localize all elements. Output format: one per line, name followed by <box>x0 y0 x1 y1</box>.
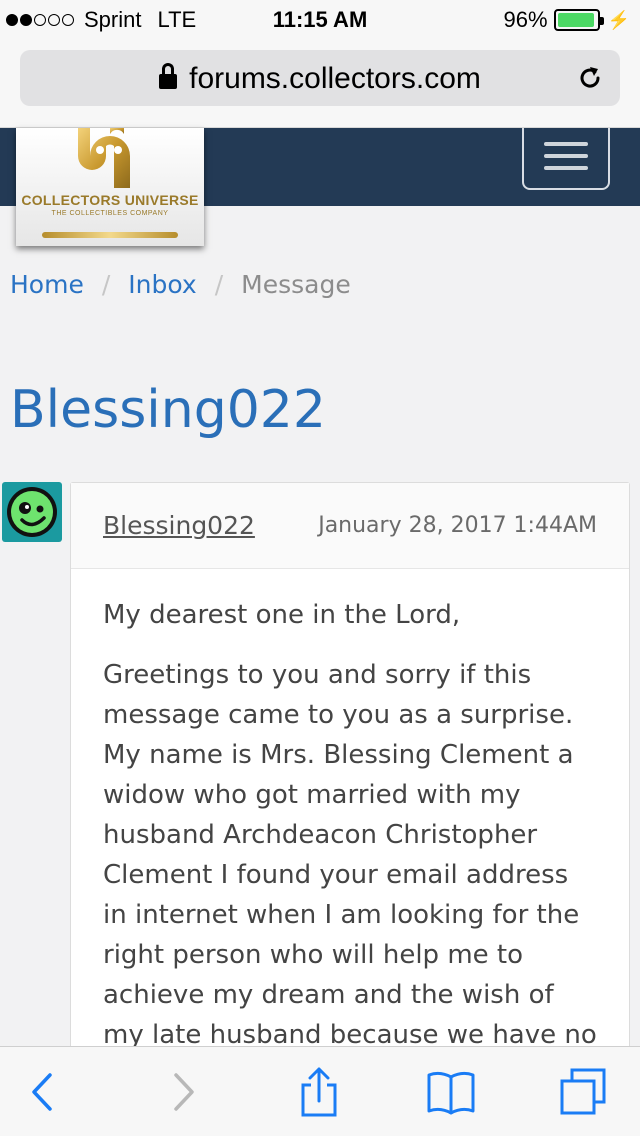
reload-icon[interactable] <box>576 64 604 92</box>
breadcrumb-inbox-link[interactable]: Inbox <box>128 270 196 299</box>
forward-chevron-icon[interactable] <box>158 1067 208 1117</box>
status-right: 96% ⚡ <box>504 7 630 33</box>
logo-mark-icon <box>78 128 130 188</box>
page-title: Blessing022 <box>10 380 326 440</box>
lock-icon <box>159 63 178 89</box>
status-bar: Sprint LTE 11:15 AM 96% ⚡ <box>0 0 640 40</box>
logo-subtitle: THE COLLECTIBLES COMPANY <box>51 210 169 217</box>
message-paragraph: Greetings to you and sorry if this messa… <box>103 660 597 1050</box>
logo-underline <box>42 232 178 238</box>
battery-icon <box>553 9 604 31</box>
tabs-icon[interactable] <box>558 1067 608 1117</box>
breadcrumb-home-link[interactable]: Home <box>10 270 84 299</box>
message-card: Blessing022 January 28, 2017 1:44AM My d… <box>70 482 630 1082</box>
message-date: January 28, 2017 1:44AM <box>318 513 597 538</box>
share-icon[interactable] <box>294 1067 344 1117</box>
avatar-smiley-icon <box>7 487 57 537</box>
battery-percent: 96% <box>503 7 548 32</box>
browser-address-area: forums.collectors.com <box>0 40 640 128</box>
logo-title: COLLECTORS UNIVERSE <box>21 192 199 208</box>
breadcrumb-separator: / <box>101 270 111 299</box>
message-author-link[interactable]: Blessing022 <box>103 511 255 540</box>
charging-bolt-icon: ⚡ <box>607 9 630 30</box>
site-logo[interactable]: COLLECTORS UNIVERSE THE COLLECTIBLES COM… <box>16 128 204 246</box>
back-chevron-icon[interactable] <box>18 1067 68 1117</box>
address-bar[interactable]: forums.collectors.com <box>20 50 620 106</box>
breadcrumb: Home / Inbox / Message <box>10 270 351 299</box>
breadcrumb-separator: / <box>214 270 224 299</box>
url-text: forums.collectors.com <box>189 62 481 95</box>
message-header: Blessing022 January 28, 2017 1:44AM <box>71 483 629 569</box>
breadcrumb-current: Message <box>241 270 351 299</box>
hamburger-menu-icon[interactable] <box>522 128 610 190</box>
message-paragraph: My dearest one in the Lord, <box>103 600 461 630</box>
browser-toolbar <box>0 1046 640 1136</box>
avatar[interactable] <box>2 482 62 542</box>
message-body: My dearest one in the Lord, Greetings to… <box>71 569 629 1101</box>
bookmarks-book-icon[interactable] <box>426 1067 476 1117</box>
